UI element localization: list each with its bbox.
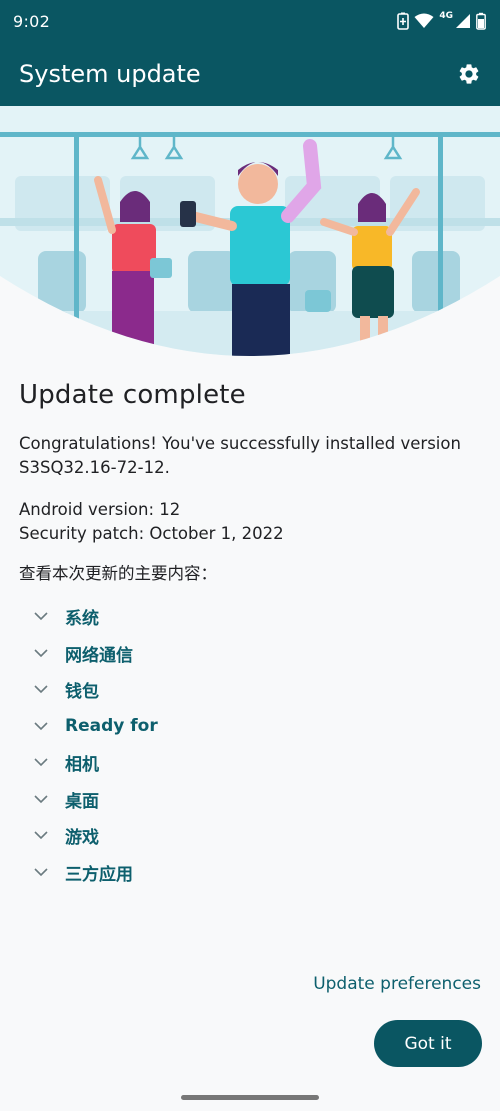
change-item-label: 三方应用 xyxy=(65,864,133,885)
hero-illustration xyxy=(0,106,500,366)
change-item-label: 网络通信 xyxy=(65,645,133,666)
change-item-third-party-apps[interactable]: 三方应用 xyxy=(30,854,330,890)
signal-icon xyxy=(455,13,471,29)
update-message: Congratulations! You've successfully ins… xyxy=(19,434,461,477)
gear-icon xyxy=(459,64,479,84)
status-icons: 4G xyxy=(397,11,486,30)
change-item-label: 钱包 xyxy=(65,681,99,702)
chevron-down-icon xyxy=(30,861,52,883)
change-item-label: 相机 xyxy=(65,754,99,775)
app-bar: System update xyxy=(0,42,500,106)
changes-heading: 查看本次更新的主要内容： xyxy=(19,564,217,583)
security-patch: Security patch: October 1, 2022 xyxy=(19,524,284,543)
chevron-down-icon xyxy=(30,605,52,627)
wifi-icon xyxy=(414,13,434,29)
change-item-system[interactable]: 系统 xyxy=(30,598,330,634)
android-version: Android version: 12 xyxy=(19,500,181,519)
update-content: Update complete Congratulations! You've … xyxy=(19,380,489,583)
change-item-wallet[interactable]: 钱包 xyxy=(30,671,330,707)
navigation-handle[interactable] xyxy=(181,1095,319,1100)
chevron-down-icon xyxy=(30,751,52,773)
status-time: 9:02 xyxy=(13,11,51,31)
change-item-games[interactable]: 游戏 xyxy=(30,817,330,853)
change-item-ready-for[interactable]: Ready for xyxy=(30,708,330,744)
update-title: Update complete xyxy=(19,380,246,410)
change-item-camera[interactable]: 相机 xyxy=(30,744,330,780)
update-preferences-link[interactable]: Update preferences xyxy=(313,974,481,994)
chevron-down-icon xyxy=(30,678,52,700)
network-type-label: 4G xyxy=(439,11,453,21)
page-title: System update xyxy=(19,60,201,88)
change-item-label: 游戏 xyxy=(65,827,99,848)
status-bar: 9:02 4G xyxy=(0,0,500,42)
version-info: Android version: 12 Security patch: Octo… xyxy=(19,498,484,546)
chevron-down-icon xyxy=(30,715,52,737)
got-it-button[interactable]: Got it xyxy=(374,1020,482,1067)
battery-saver-icon xyxy=(397,12,410,30)
battery-icon xyxy=(476,12,486,30)
change-item-label: 系统 xyxy=(65,608,99,629)
change-item-network[interactable]: 网络通信 xyxy=(30,635,330,671)
chevron-down-icon xyxy=(30,824,52,846)
chevron-down-icon xyxy=(30,642,52,664)
settings-button[interactable] xyxy=(456,61,482,87)
change-item-desktop[interactable]: 桌面 xyxy=(30,781,330,817)
change-item-label: 桌面 xyxy=(65,791,99,812)
change-item-label: Ready for xyxy=(65,716,158,736)
chevron-down-icon xyxy=(30,788,52,810)
